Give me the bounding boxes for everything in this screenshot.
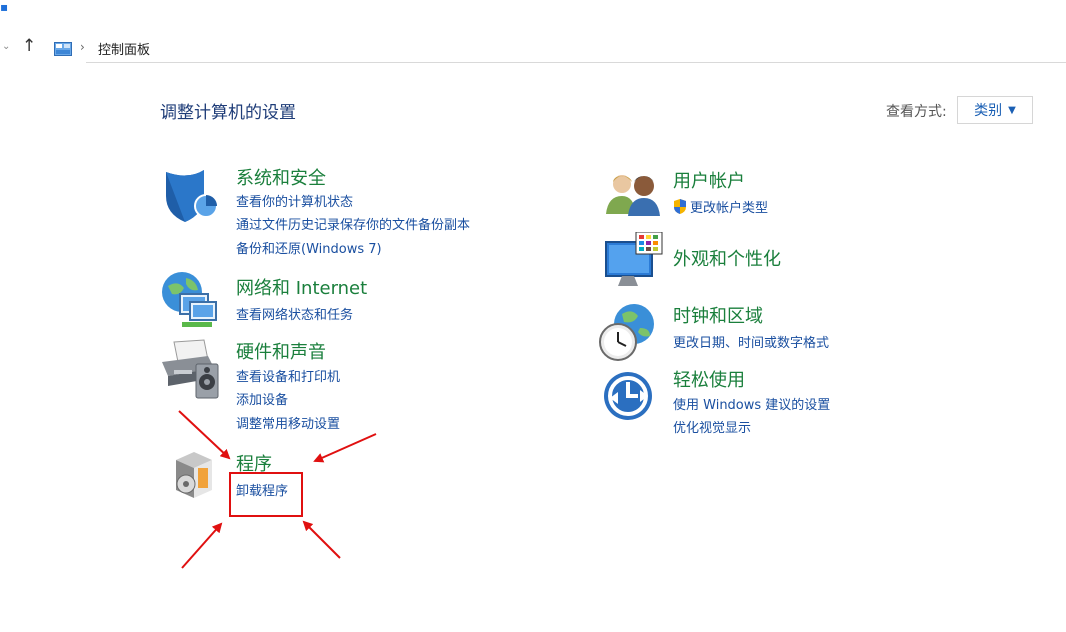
printer-speaker-icon[interactable]: [160, 338, 222, 404]
link-change-date-time-format[interactable]: 更改日期、时间或数字格式: [673, 332, 829, 351]
recent-locations-chevron-icon[interactable]: ⌄: [2, 41, 10, 52]
network-globe-icon[interactable]: [160, 270, 218, 334]
link-file-history-backup[interactable]: 通过文件历史记录保存你的文件备份副本: [236, 214, 470, 233]
programs-disc-box-icon[interactable]: [172, 450, 216, 504]
link-devices-printers[interactable]: 查看设备和打印机: [236, 366, 340, 385]
annotation-arrow: [302, 520, 341, 559]
breadcrumb-separator-icon: ›: [80, 40, 85, 54]
breadcrumb-control-panel[interactable]: 控制面板: [98, 39, 150, 58]
category-network-title[interactable]: 网络和 Internet: [236, 274, 367, 300]
view-by-label: 查看方式:: [886, 104, 947, 120]
category-ease-access-title[interactable]: 轻松使用: [673, 366, 745, 392]
category-hardware-sound-title[interactable]: 硬件和声音: [236, 338, 326, 364]
annotation-arrow: [181, 522, 223, 569]
link-change-account-type-label: 更改帐户类型: [690, 201, 769, 216]
view-by-value: 类别: [974, 103, 1003, 119]
category-clock-region-title[interactable]: 时钟和区域: [673, 302, 763, 328]
link-mobility-settings[interactable]: 调整常用移动设置: [236, 413, 340, 432]
link-change-account-type[interactable]: 更改帐户类型: [673, 197, 768, 218]
ease-of-access-icon[interactable]: [602, 370, 654, 426]
category-system-security-title[interactable]: 系统和安全: [236, 164, 326, 190]
link-add-device[interactable]: 添加设备: [236, 389, 288, 408]
address-bar-border: [86, 62, 1066, 63]
uac-shield-icon: [673, 199, 687, 218]
link-optimize-display[interactable]: 优化视觉显示: [673, 417, 751, 436]
up-arrow-icon[interactable]: ↑: [22, 36, 36, 56]
address-bar: [0, 32, 1066, 64]
user-accounts-icon[interactable]: [604, 168, 666, 222]
clock-globe-icon[interactable]: [598, 302, 660, 366]
monitor-palette-icon[interactable]: [604, 231, 664, 294]
shield-icon[interactable]: [160, 166, 218, 228]
highlight-box: [229, 472, 303, 517]
chevron-down-icon: ▼: [1008, 104, 1016, 116]
window-edge-mark: ▪: [0, 0, 9, 14]
control-panel-icon: [54, 41, 72, 60]
link-view-computer-status[interactable]: 查看你的计算机状态: [236, 191, 353, 210]
link-network-status[interactable]: 查看网络状态和任务: [236, 304, 353, 323]
annotation-arrow: [313, 433, 377, 463]
link-backup-restore[interactable]: 备份和还原(Windows 7): [236, 238, 382, 257]
category-user-accounts-title[interactable]: 用户帐户: [673, 167, 745, 193]
category-appearance-title[interactable]: 外观和个性化: [673, 245, 781, 271]
page-title: 调整计算机的设置: [160, 103, 296, 123]
link-recommended-settings[interactable]: 使用 Windows 建议的设置: [673, 394, 830, 413]
view-by-dropdown[interactable]: 类别 ▼: [957, 96, 1033, 124]
